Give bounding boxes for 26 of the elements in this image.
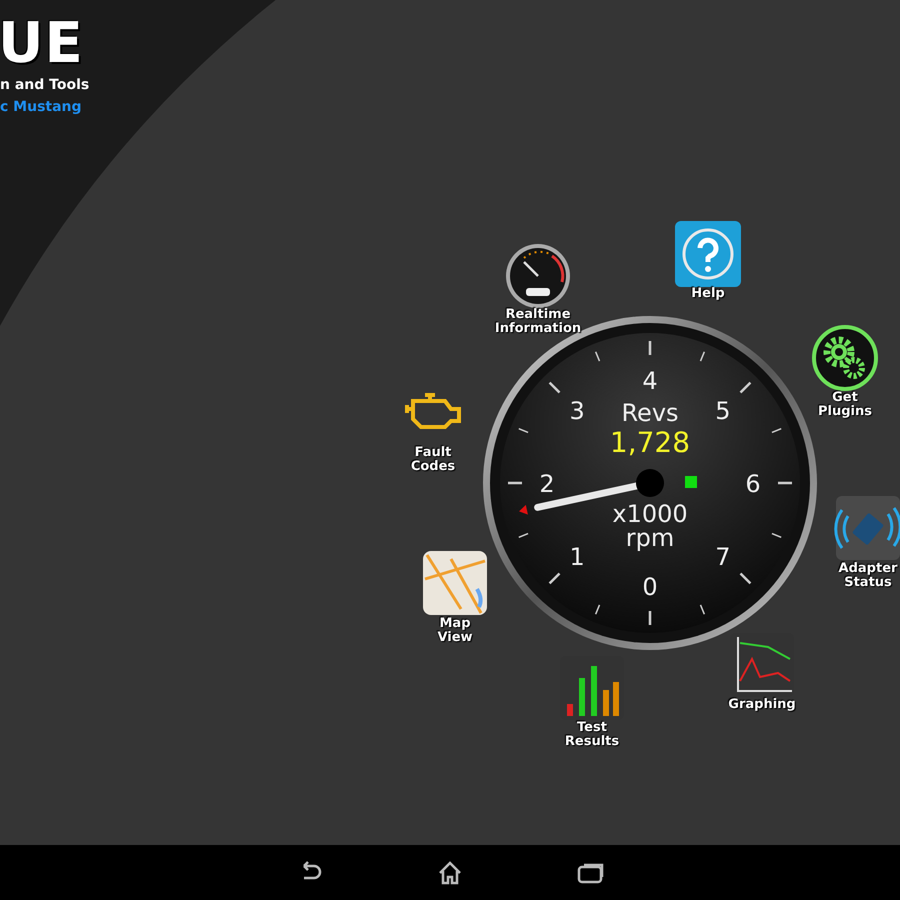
menu-label[interactable]: Adapter Status bbox=[808, 562, 900, 590]
wireless-adapter-icon[interactable] bbox=[834, 494, 900, 562]
scale-number: 4 bbox=[642, 367, 658, 395]
scale-number: 5 bbox=[715, 397, 730, 426]
help-icon[interactable] bbox=[674, 220, 742, 288]
map-icon[interactable] bbox=[421, 549, 489, 617]
gears-icon[interactable] bbox=[811, 324, 879, 392]
scale-number: 6 bbox=[745, 470, 761, 498]
scale-number: 1 bbox=[570, 542, 585, 571]
rpm-reading: 1,728 bbox=[610, 426, 690, 459]
menu-label[interactable]: Map View bbox=[395, 617, 515, 645]
menu-label[interactable]: Realtime Information bbox=[478, 308, 598, 336]
scale-number: 3 bbox=[570, 397, 585, 426]
menu-label[interactable]: Graphing bbox=[702, 698, 822, 712]
scale-number: 7 bbox=[715, 542, 730, 571]
scale-number: 2 bbox=[539, 470, 555, 498]
vehicle-name[interactable]: c Mustang bbox=[0, 96, 90, 118]
menu-label[interactable]: Fault Codes bbox=[373, 446, 493, 474]
menu-label[interactable]: Help bbox=[648, 287, 768, 301]
app-title: UE bbox=[0, 14, 85, 74]
speedometer-icon[interactable] bbox=[504, 242, 572, 310]
app-subtitle: n and Tools bbox=[0, 76, 90, 95]
gauge-title: Revs bbox=[621, 399, 679, 427]
scale-number: 0 bbox=[642, 573, 658, 601]
menu-label[interactable]: Test Results bbox=[532, 721, 652, 749]
menu-label[interactable]: Get Plugins bbox=[785, 391, 900, 419]
